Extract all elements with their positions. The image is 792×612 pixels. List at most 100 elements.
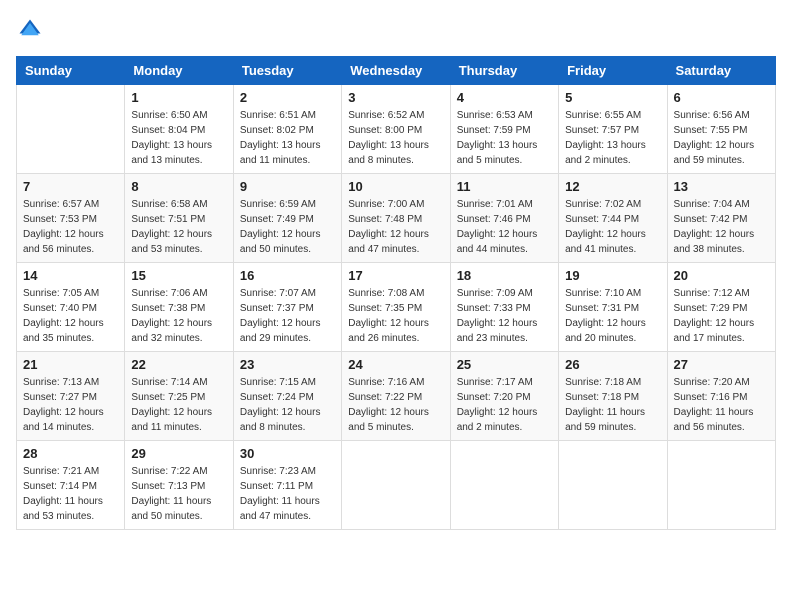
day-info: Sunrise: 7:21 AMSunset: 7:14 PMDaylight:… [23,464,118,524]
calendar-cell: 19 Sunrise: 7:10 AMSunset: 7:31 PMDayligh… [559,263,667,352]
calendar-cell: 2 Sunrise: 6:51 AMSunset: 8:02 PMDaylight… [233,85,341,174]
weekday-header-wednesday: Wednesday [342,57,450,85]
calendar-cell: 8 Sunrise: 6:58 AMSunset: 7:51 PMDaylight… [125,174,233,263]
weekday-header-tuesday: Tuesday [233,57,341,85]
day-number: 5 [565,90,660,105]
day-number: 2 [240,90,335,105]
calendar-cell: 10 Sunrise: 7:00 AMSunset: 7:48 PMDayligh… [342,174,450,263]
calendar-cell: 25 Sunrise: 7:17 AMSunset: 7:20 PMDayligh… [450,352,558,441]
calendar-cell: 28Sunrise: 7:21 AMSunset: 7:14 PMDayligh… [17,441,125,530]
calendar-cell: 22 Sunrise: 7:14 AMSunset: 7:25 PMDayligh… [125,352,233,441]
calendar-week-3: 14Sunrise: 7:05 AMSunset: 7:40 PMDayligh… [17,263,776,352]
calendar-cell [17,85,125,174]
day-number: 22 [131,357,226,372]
calendar-cell: 27 Sunrise: 7:20 AMSunset: 7:16 PMDayligh… [667,352,775,441]
day-info: Sunrise: 7:22 AMSunset: 7:13 PMDaylight:… [131,464,226,524]
day-info: Sunrise: 7:09 AMSunset: 7:33 PMDaylight:… [457,286,552,346]
day-info: Sunrise: 7:05 AMSunset: 7:40 PMDaylight:… [23,286,118,346]
weekday-header-sunday: Sunday [17,57,125,85]
day-info: Sunrise: 7:16 AMSunset: 7:22 PMDaylight:… [348,375,443,435]
day-info: Sunrise: 7:06 AMSunset: 7:38 PMDaylight:… [131,286,226,346]
day-info: Sunrise: 7:18 AMSunset: 7:18 PMDaylight:… [565,375,660,435]
day-number: 13 [674,179,769,194]
day-number: 30 [240,446,335,461]
weekday-header-saturday: Saturday [667,57,775,85]
calendar-cell: 6Sunrise: 6:56 AMSunset: 7:55 PMDaylight… [667,85,775,174]
calendar-cell [559,441,667,530]
day-number: 27 [674,357,769,372]
day-number: 26 [565,357,660,372]
calendar-cell: 20 Sunrise: 7:12 AMSunset: 7:29 PMDayligh… [667,263,775,352]
calendar-cell [342,441,450,530]
day-info: Sunrise: 6:55 AMSunset: 7:57 PMDaylight:… [565,108,660,168]
calendar-week-2: 7 Sunrise: 6:57 AMSunset: 7:53 PMDaylight… [17,174,776,263]
day-number: 20 [674,268,769,283]
day-number: 17 [348,268,443,283]
day-info: Sunrise: 7:04 AMSunset: 7:42 PMDaylight:… [674,197,769,257]
day-number: 29 [131,446,226,461]
calendar-week-5: 28Sunrise: 7:21 AMSunset: 7:14 PMDayligh… [17,441,776,530]
day-info: Sunrise: 6:50 AMSunset: 8:04 PMDaylight:… [131,108,226,168]
calendar-cell [667,441,775,530]
day-number: 7 [23,179,118,194]
day-number: 9 [240,179,335,194]
weekday-header-monday: Monday [125,57,233,85]
weekday-header-row: SundayMondayTuesdayWednesdayThursdayFrid… [17,57,776,85]
day-info: Sunrise: 7:07 AMSunset: 7:37 PMDaylight:… [240,286,335,346]
day-info: Sunrise: 7:08 AMSunset: 7:35 PMDaylight:… [348,286,443,346]
day-number: 12 [565,179,660,194]
calendar-cell: 9 Sunrise: 6:59 AMSunset: 7:49 PMDaylight… [233,174,341,263]
day-number: 23 [240,357,335,372]
calendar-cell: 29 Sunrise: 7:22 AMSunset: 7:13 PMDayligh… [125,441,233,530]
day-info: Sunrise: 7:14 AMSunset: 7:25 PMDaylight:… [131,375,226,435]
day-number: 16 [240,268,335,283]
calendar-cell: 24 Sunrise: 7:16 AMSunset: 7:22 PMDayligh… [342,352,450,441]
day-info: Sunrise: 7:20 AMSunset: 7:16 PMDaylight:… [674,375,769,435]
calendar-cell: 30 Sunrise: 7:23 AMSunset: 7:11 PMDayligh… [233,441,341,530]
day-number: 24 [348,357,443,372]
weekday-header-friday: Friday [559,57,667,85]
day-number: 25 [457,357,552,372]
day-number: 21 [23,357,118,372]
day-info: Sunrise: 6:52 AMSunset: 8:00 PMDaylight:… [348,108,443,168]
calendar-cell: 15 Sunrise: 7:06 AMSunset: 7:38 PMDayligh… [125,263,233,352]
day-number: 19 [565,268,660,283]
day-number: 1 [131,90,226,105]
day-number: 10 [348,179,443,194]
calendar-table: SundayMondayTuesdayWednesdayThursdayFrid… [16,56,776,530]
calendar-cell: 21Sunrise: 7:13 AMSunset: 7:27 PMDayligh… [17,352,125,441]
calendar-cell: 4Sunrise: 6:53 AMSunset: 7:59 PMDaylight… [450,85,558,174]
logo [16,16,48,44]
day-info: Sunrise: 7:15 AMSunset: 7:24 PMDaylight:… [240,375,335,435]
day-info: Sunrise: 7:00 AMSunset: 7:48 PMDaylight:… [348,197,443,257]
calendar-cell: 12Sunrise: 7:02 AMSunset: 7:44 PMDayligh… [559,174,667,263]
day-info: Sunrise: 6:58 AMSunset: 7:51 PMDaylight:… [131,197,226,257]
page-header [16,16,776,44]
day-info: Sunrise: 7:23 AMSunset: 7:11 PMDaylight:… [240,464,335,524]
calendar-cell: 23 Sunrise: 7:15 AMSunset: 7:24 PMDayligh… [233,352,341,441]
logo-icon [16,16,44,44]
calendar-week-1: 1 Sunrise: 6:50 AMSunset: 8:04 PMDaylight… [17,85,776,174]
calendar-cell: 13 Sunrise: 7:04 AMSunset: 7:42 PMDayligh… [667,174,775,263]
day-info: Sunrise: 6:59 AMSunset: 7:49 PMDaylight:… [240,197,335,257]
day-info: Sunrise: 7:12 AMSunset: 7:29 PMDaylight:… [674,286,769,346]
day-number: 15 [131,268,226,283]
day-info: Sunrise: 7:01 AMSunset: 7:46 PMDaylight:… [457,197,552,257]
day-info: Sunrise: 6:57 AMSunset: 7:53 PMDaylight:… [23,197,118,257]
day-info: Sunrise: 7:17 AMSunset: 7:20 PMDaylight:… [457,375,552,435]
calendar-cell: 16 Sunrise: 7:07 AMSunset: 7:37 PMDayligh… [233,263,341,352]
calendar-week-4: 21Sunrise: 7:13 AMSunset: 7:27 PMDayligh… [17,352,776,441]
weekday-header-thursday: Thursday [450,57,558,85]
calendar-cell: 1 Sunrise: 6:50 AMSunset: 8:04 PMDaylight… [125,85,233,174]
calendar-cell: 5 Sunrise: 6:55 AMSunset: 7:57 PMDaylight… [559,85,667,174]
calendar-cell: 17 Sunrise: 7:08 AMSunset: 7:35 PMDayligh… [342,263,450,352]
day-number: 3 [348,90,443,105]
calendar-cell [450,441,558,530]
day-info: Sunrise: 7:10 AMSunset: 7:31 PMDaylight:… [565,286,660,346]
day-number: 8 [131,179,226,194]
day-info: Sunrise: 6:53 AMSunset: 7:59 PMDaylight:… [457,108,552,168]
calendar-cell: 18Sunrise: 7:09 AMSunset: 7:33 PMDayligh… [450,263,558,352]
day-number: 11 [457,179,552,194]
calendar-cell: 3 Sunrise: 6:52 AMSunset: 8:00 PMDaylight… [342,85,450,174]
day-info: Sunrise: 6:51 AMSunset: 8:02 PMDaylight:… [240,108,335,168]
